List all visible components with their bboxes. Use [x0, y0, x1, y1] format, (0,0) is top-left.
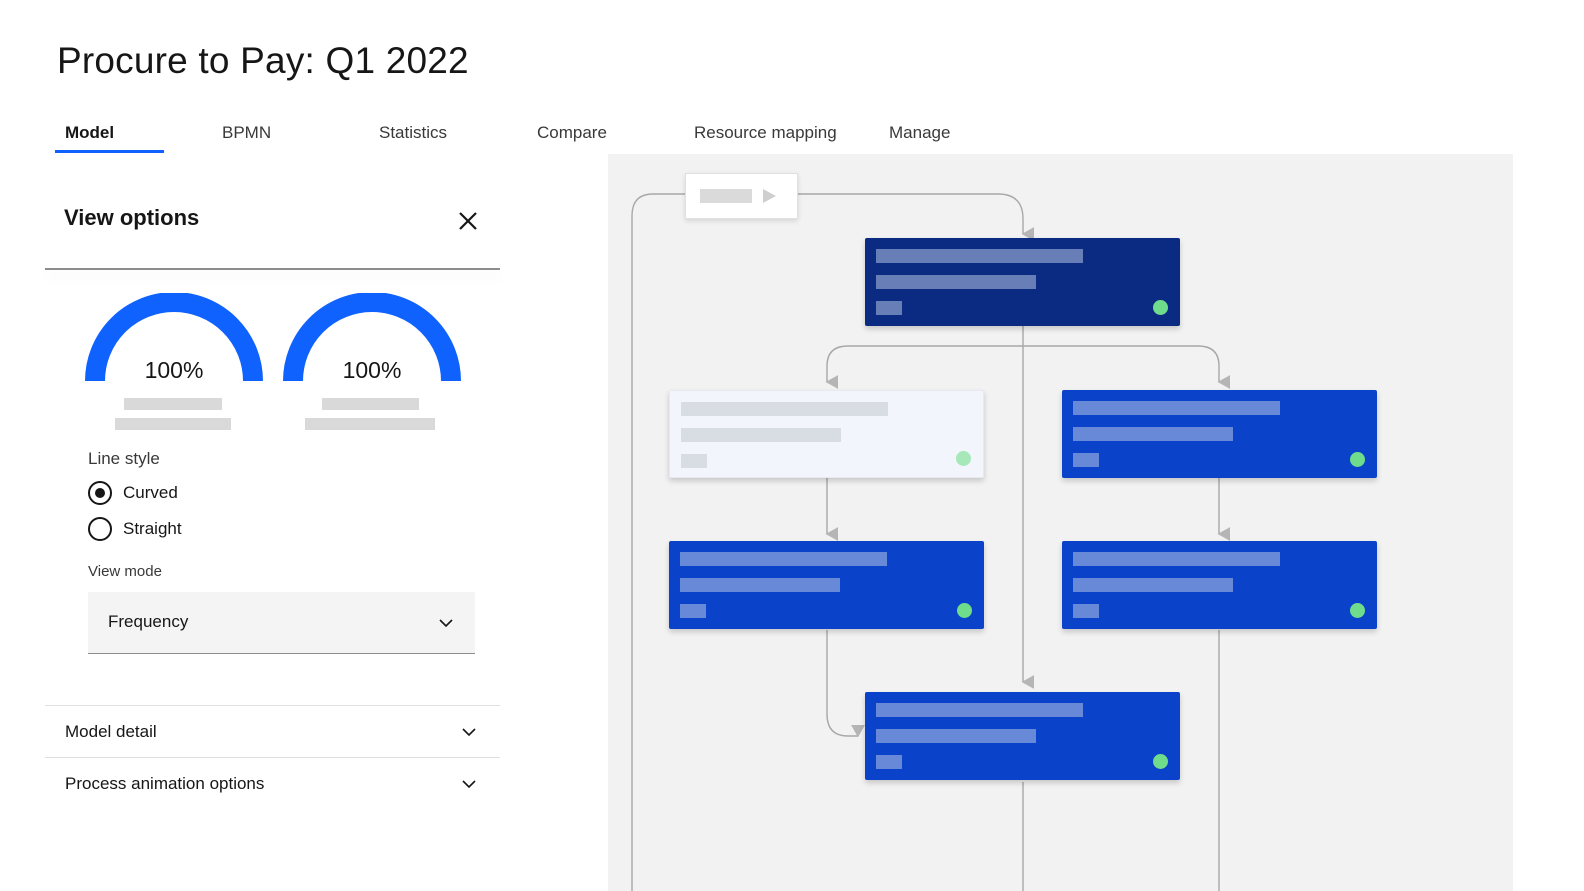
gauge-2-placeholder-1	[322, 398, 419, 410]
view-options-heading: View options	[64, 205, 200, 230]
status-dot	[1153, 300, 1168, 315]
node-placeholder	[876, 249, 1083, 263]
node-placeholder	[876, 301, 902, 315]
view-mode-label: View mode	[88, 563, 162, 580]
node-placeholder	[1073, 604, 1099, 618]
node-placeholder	[680, 552, 887, 566]
tab-manage[interactable]: Manage	[889, 112, 950, 154]
page-title: Procure to Pay: Q1 2022	[57, 40, 469, 81]
activity-node-1[interactable]	[865, 238, 1180, 326]
play-icon	[763, 189, 776, 203]
gauge-2-value: 100%	[342, 357, 402, 383]
accordion-model-detail[interactable]: Model detail	[45, 705, 500, 757]
node-placeholder	[1073, 552, 1280, 566]
status-dot	[1350, 452, 1365, 467]
view-mode-select[interactable]: Frequency	[88, 592, 475, 654]
close-icon[interactable]	[454, 207, 482, 235]
chevron-down-icon	[439, 619, 453, 628]
tab-resource-mapping[interactable]: Resource mapping	[694, 112, 837, 154]
connector-start-top	[798, 193, 1035, 241]
radio-straight-circle[interactable]	[88, 517, 112, 541]
radio-curved-label: Curved	[123, 483, 178, 502]
node-placeholder	[876, 729, 1036, 743]
node-placeholder	[1073, 578, 1233, 592]
radio-curved-circle[interactable]	[88, 481, 112, 505]
node-placeholder	[681, 428, 841, 442]
connector-left-bottom	[826, 630, 865, 738]
node-placeholder	[1073, 453, 1099, 467]
accordion-process-animation[interactable]: Process animation options	[45, 757, 500, 809]
tab-statistics[interactable]: Statistics	[379, 112, 447, 154]
activity-node-6[interactable]	[865, 692, 1180, 780]
start-node[interactable]	[685, 173, 798, 219]
node-placeholder	[876, 275, 1036, 289]
node-placeholder	[681, 402, 888, 416]
node-placeholder	[681, 454, 707, 468]
accordion-process-animation-title: Process animation options	[65, 774, 265, 793]
radio-curved[interactable]: Curved	[88, 481, 178, 505]
gauge-2-placeholder-2	[305, 418, 435, 430]
tab-bar: Model BPMN Statistics Compare Resource m…	[55, 112, 975, 154]
gauge-1-placeholder-2	[115, 418, 231, 430]
status-dot	[956, 451, 971, 466]
activity-node-2[interactable]	[669, 390, 984, 478]
status-dot	[1153, 754, 1168, 769]
active-tab-indicator	[55, 150, 164, 153]
status-dot	[957, 603, 972, 618]
activity-node-3[interactable]	[1062, 390, 1377, 478]
tab-compare[interactable]: Compare	[537, 112, 607, 154]
radio-straight-label: Straight	[123, 519, 182, 538]
gauge-1: 100%	[84, 292, 264, 433]
gauge-1-placeholder-1	[124, 398, 222, 410]
connector-branch-left	[825, 345, 1023, 389]
activity-node-5[interactable]	[1062, 541, 1377, 629]
node-placeholder	[680, 604, 706, 618]
tab-model[interactable]: Model	[65, 112, 114, 154]
view-mode-selected: Frequency	[108, 612, 189, 631]
node-placeholder	[1073, 401, 1280, 415]
activity-node-4[interactable]	[669, 541, 984, 629]
node-placeholder	[680, 578, 840, 592]
panel-divider	[45, 268, 500, 270]
tab-bpmn[interactable]: BPMN	[222, 112, 271, 154]
gauge-2: 100%	[282, 292, 462, 433]
gauge-1-value: 100%	[144, 357, 204, 383]
start-node-placeholder	[700, 189, 752, 203]
line-style-label: Line style	[88, 449, 160, 468]
chevron-down-icon	[462, 780, 476, 789]
node-placeholder	[1073, 427, 1233, 441]
connector-branch-right	[1023, 345, 1231, 389]
node-placeholder	[876, 755, 902, 769]
node-placeholder	[876, 703, 1083, 717]
accordion-model-detail-title: Model detail	[65, 722, 157, 741]
status-dot	[1350, 603, 1365, 618]
radio-straight[interactable]: Straight	[88, 517, 182, 541]
chevron-down-icon	[462, 728, 476, 737]
